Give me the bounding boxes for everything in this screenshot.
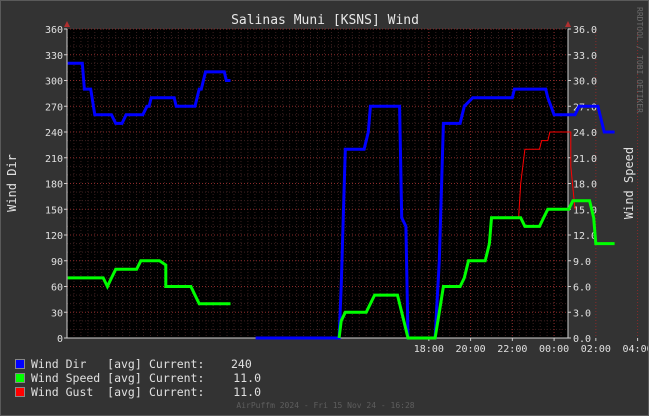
x-tick-label: 22:00 (497, 344, 527, 355)
y2-tick-label: 3.0 (573, 308, 591, 319)
legend-label: Wind Gust [avg] (31, 384, 142, 399)
x-tick-label: 18:00 (414, 344, 444, 355)
legend-current-value: 240 (231, 356, 252, 371)
y-tick-label: 180 (45, 180, 63, 191)
legend-item-wind-speed: Wind Speed [avg] Current: 11.0 (15, 370, 261, 385)
legend-current-label: Current: (149, 384, 205, 399)
wind-chart: Salinas Muni [KSNS] Wind 0 30 60 90 120 150 18… (5, 13, 648, 355)
legend-current-label: Current: (149, 356, 205, 371)
y2-tick-label: 33.0 (573, 51, 597, 62)
y2-tick-label: 9.0 (573, 257, 591, 268)
side-credit-text: RRDTOOL / TOBI OETIKER (635, 7, 644, 113)
x-tick-label: 02:00 (581, 344, 611, 355)
y-tick-label: 0 (57, 334, 63, 345)
y2-tick-label: 6.0 (573, 283, 591, 294)
legend-label: Wind Dir [avg] (31, 356, 142, 371)
y-tick-label: 150 (45, 205, 63, 216)
y2-tick-label: 30.0 (573, 77, 597, 88)
legend-current-value: 11.0 (233, 370, 261, 385)
y-tick-label: 360 (45, 25, 63, 36)
y2-axis-arrow (565, 21, 571, 27)
y2-tick-label: 21.0 (573, 154, 597, 165)
y2-tick-label: 36.0 (573, 25, 597, 36)
legend-item-wind-dir: Wind Dir [avg] Current: 240 (15, 356, 255, 371)
y-tick-label: 90 (51, 257, 63, 268)
y-tick-label: 210 (45, 154, 63, 165)
y-tick-label: 300 (45, 77, 63, 88)
y-tick-label: 120 (45, 231, 63, 242)
y-axis-label: Wind Dir (5, 154, 19, 212)
y-tick-label: 30 (51, 308, 63, 319)
y2-tick-label: 24.0 (573, 128, 597, 139)
y-tick-label: 270 (45, 102, 63, 113)
x-tick-label: 20:00 (456, 344, 486, 355)
legend-swatch-wind-gust (15, 386, 25, 397)
y-tick-label: 60 (51, 283, 63, 294)
y-axis-arrow (64, 21, 70, 27)
legend-item-wind-gust: Wind Gust [avg] Current: 11.0 (15, 384, 261, 399)
chart-frame: Salinas Muni [KSNS] Wind 0 30 60 90 120 150 18… (0, 0, 649, 416)
legend-current-label: Current: (149, 370, 205, 385)
y2-tick-label: 18.0 (573, 180, 597, 191)
legend-label: Wind Speed [avg] (31, 370, 142, 385)
y-tick-label: 240 (45, 128, 63, 139)
y2-axis-label: Wind Speed (622, 147, 636, 219)
x-tick-label: 04:00 (623, 344, 648, 355)
watermark-text: AirPuffm 2024 - Fri 15 Nov 24 - 16:28 (236, 401, 415, 410)
legend-current-value: 11.0 (233, 384, 261, 399)
chart-title: Salinas Muni [KSNS] Wind (231, 13, 419, 28)
x-tick-label: 00:00 (539, 344, 569, 355)
y-tick-label: 330 (45, 51, 63, 62)
legend-swatch-wind-speed (15, 372, 25, 383)
legend-swatch-wind-dir (15, 358, 25, 369)
